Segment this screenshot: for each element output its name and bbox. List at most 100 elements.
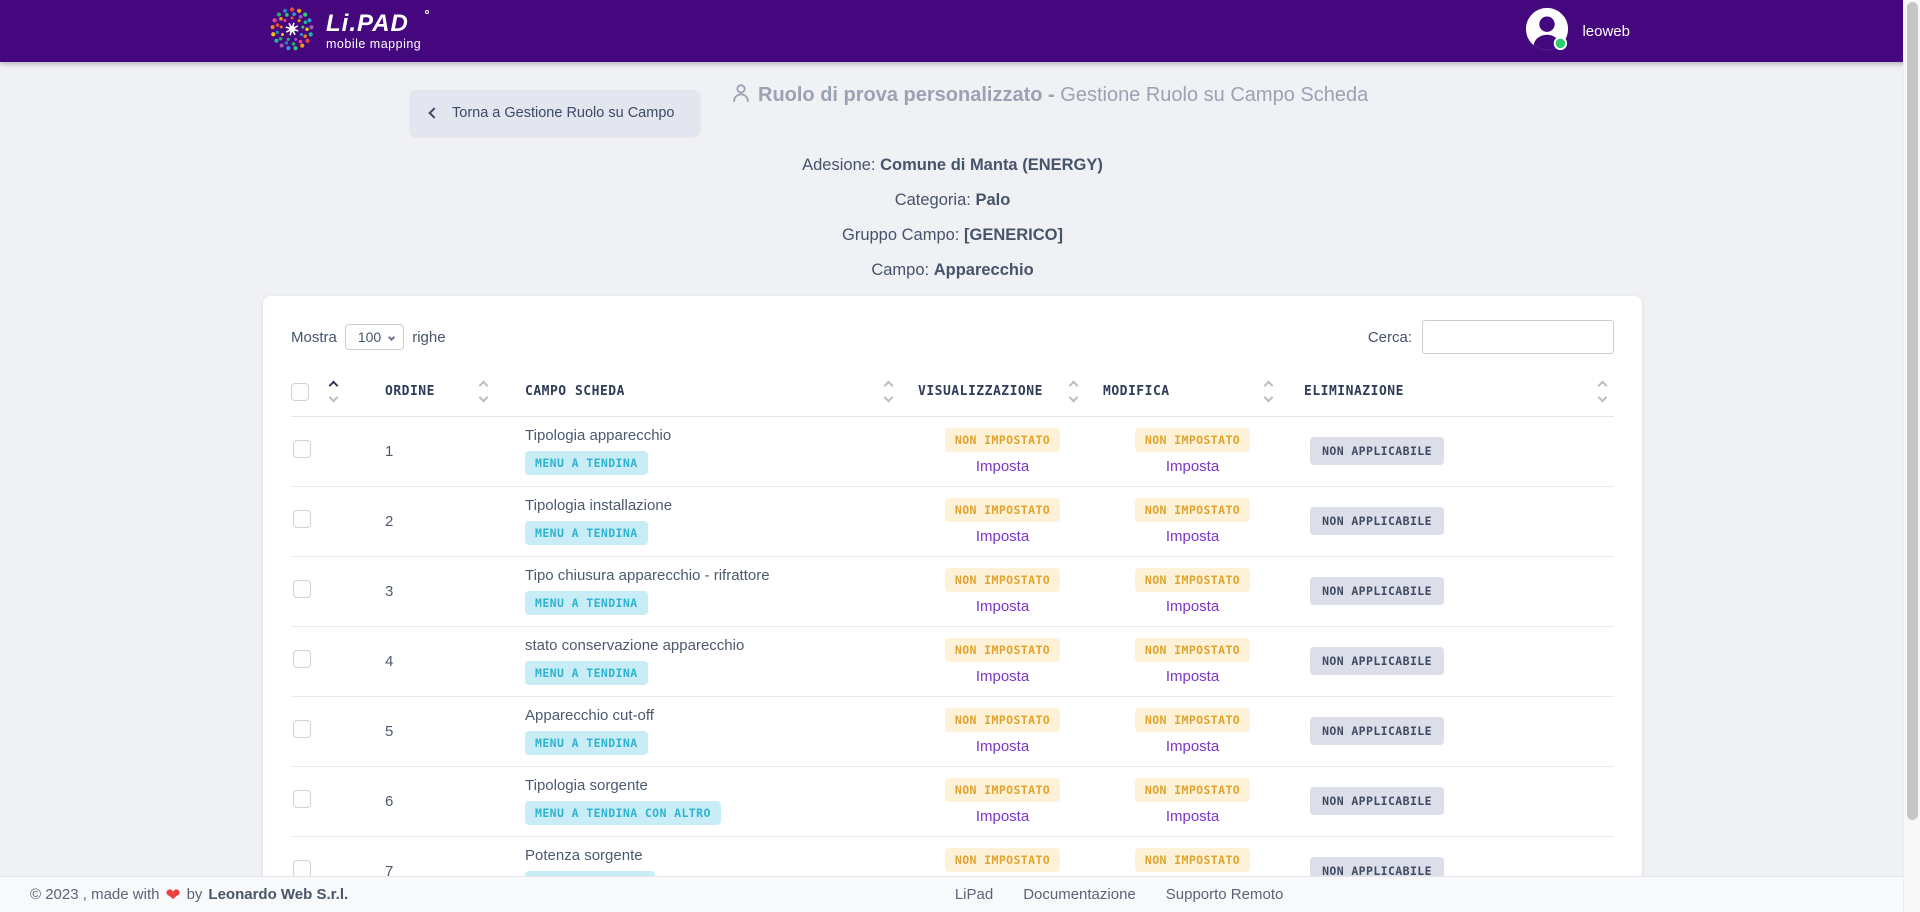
row-checkbox[interactable]	[293, 510, 311, 528]
tipo-campo-badge: MENU A TENDINA	[525, 731, 648, 755]
modifica-status-badge: NON IMPOSTATO	[1135, 568, 1250, 592]
meta-label: Categoria:	[895, 191, 971, 209]
column-header-eliminazione[interactable]: ELIMINAZIONE	[1290, 368, 1614, 416]
modifica-cell: NON IMPOSTATOImposta	[1095, 766, 1290, 836]
permissions-table: ORDINE CAMPO SCHEDA VISUALIZZAZIONE MODI…	[291, 368, 1614, 907]
copyright-prefix: © 2023 , made with	[30, 886, 159, 903]
page-scrollbar[interactable]	[1903, 0, 1920, 912]
select-all-checkbox[interactable]	[291, 383, 309, 401]
page-size-value: 100	[358, 329, 381, 345]
eliminazione-cell: NON APPLICABILE	[1290, 626, 1614, 696]
visualizzazione-cell: NON IMPOSTATOImposta	[910, 626, 1095, 696]
chevron-left-icon	[428, 107, 439, 118]
modifica-imposta-link[interactable]: Imposta	[1166, 808, 1219, 825]
visualizzazione-status-badge: NON IMPOSTATO	[945, 428, 1060, 452]
column-header-campo-scheda[interactable]: CAMPO SCHEDA	[505, 368, 910, 416]
registered-mark-icon	[425, 10, 429, 14]
campo-scheda-name: Tipo chiusura apparecchio - rifrattore	[525, 567, 910, 584]
sort-arrows[interactable]	[1261, 378, 1276, 405]
user-menu[interactable]: leoweb	[1524, 6, 1630, 57]
sort-desc-icon	[1264, 393, 1274, 403]
row-checkbox[interactable]	[293, 720, 311, 738]
back-button-label: Torna a Gestione Ruolo su Campo	[452, 105, 674, 121]
visualizzazione-imposta-link[interactable]: Imposta	[976, 598, 1029, 615]
visualizzazione-cell: NON IMPOSTATO Imposta	[910, 416, 1095, 486]
footer-link-documentazione[interactable]: Documentazione	[1023, 886, 1136, 903]
tipo-campo-badge: MENU A TENDINA	[525, 521, 648, 545]
meta-value: Comune di Manta (ENERGY)	[880, 156, 1103, 174]
column-header-modifica[interactable]: MODIFICA	[1095, 368, 1290, 416]
meta-label: Gruppo Campo:	[842, 226, 959, 244]
modifica-imposta-link[interactable]: Imposta	[1166, 528, 1219, 545]
campo-scheda-cell: stato conservazione apparecchioMENU A TE…	[505, 626, 910, 696]
meta-label: Adesione:	[802, 156, 875, 174]
copyright-text: © 2023 , made with ❤ by Leonardo Web S.r…	[30, 886, 348, 904]
modifica-cell: NON IMPOSTATOImposta	[1095, 696, 1290, 766]
back-button[interactable]: Torna a Gestione Ruolo su Campo	[410, 90, 700, 136]
table-row: 5Apparecchio cut-offMENU A TENDINANON IM…	[291, 696, 1614, 766]
meta-label: Campo:	[871, 261, 929, 279]
column-header-ordine[interactable]: ORDINE	[355, 368, 505, 416]
table-row: 6Tipologia sorgenteMENU A TENDINA CON AL…	[291, 766, 1614, 836]
campo-scheda-cell: Tipo chiusura apparecchio - rifrattoreME…	[505, 556, 910, 626]
footer-link-lipad[interactable]: LiPad	[955, 886, 993, 903]
sort-arrows[interactable]	[881, 378, 896, 405]
app-logo[interactable]: Li.PAD mobile mapping	[268, 5, 421, 58]
row-select-cell	[291, 556, 355, 626]
page-title-bold: Ruolo di prova personalizzato -	[758, 84, 1055, 106]
visualizzazione-imposta-link[interactable]: Imposta	[976, 738, 1029, 755]
eliminazione-cell: NON APPLICABILE	[1290, 696, 1614, 766]
heart-icon: ❤	[165, 886, 180, 904]
sort-desc-icon	[329, 393, 339, 403]
row-select-cell	[291, 766, 355, 836]
sort-desc-icon	[1598, 393, 1608, 403]
scrollbar-thumb[interactable]	[1907, 2, 1918, 820]
modifica-imposta-link[interactable]: Imposta	[1166, 598, 1219, 615]
row-checkbox[interactable]	[293, 650, 311, 668]
modifica-cell: NON IMPOSTATOImposta	[1095, 416, 1290, 486]
page-title-rest: Gestione Ruolo su Campo Scheda	[1055, 84, 1369, 106]
campo-scheda-cell: Apparecchio cut-offMENU A TENDINA	[505, 696, 910, 766]
column-header-select[interactable]	[291, 368, 355, 416]
meta-adesione: Adesione: Comune di Manta (ENERGY)	[263, 156, 1642, 175]
modifica-cell: NON IMPOSTATOImposta	[1095, 486, 1290, 556]
meta-categoria: Categoria: Palo	[263, 191, 1642, 210]
visualizzazione-imposta-link[interactable]: Imposta	[976, 668, 1029, 685]
campo-scheda-cell: Tipologia sorgenteMENU A TENDINA CON ALT…	[505, 766, 910, 836]
company-name: Leonardo Web S.r.l.	[208, 886, 348, 903]
visualizzazione-imposta-link[interactable]: Imposta	[976, 808, 1029, 825]
row-checkbox[interactable]	[293, 860, 311, 878]
row-checkbox[interactable]	[293, 580, 311, 598]
sort-arrows[interactable]	[1066, 378, 1081, 405]
sort-arrows[interactable]	[476, 378, 491, 405]
modifica-cell: NON IMPOSTATO Imposta	[1095, 556, 1290, 626]
search-label: Cerca:	[1368, 329, 1412, 346]
sort-arrows[interactable]	[326, 378, 341, 405]
meta-gruppo-campo: Gruppo Campo: [GENERICO]	[263, 226, 1642, 245]
campo-scheda-cell: Tipologia installazioneMENU A TENDINA	[505, 486, 910, 556]
modifica-imposta-link[interactable]: Imposta	[1166, 668, 1219, 685]
visualizzazione-status-badge: NON IMPOSTATO	[945, 778, 1060, 802]
ordine-cell: 4	[355, 626, 505, 696]
column-header-visualizzazione[interactable]: VISUALIZZAZIONE	[910, 368, 1095, 416]
visualizzazione-imposta-link[interactable]: Imposta	[976, 458, 1029, 475]
footer-link-supporto-remoto[interactable]: Supporto Remoto	[1166, 886, 1284, 903]
sort-arrows[interactable]	[1595, 378, 1610, 405]
copyright-by: by	[187, 886, 203, 903]
modifica-imposta-link[interactable]: Imposta	[1166, 458, 1219, 475]
visualizzazione-imposta-link[interactable]: Imposta	[976, 528, 1029, 545]
modifica-imposta-link[interactable]: Imposta	[1166, 738, 1219, 755]
visualizzazione-status-badge: NON IMPOSTATO	[945, 708, 1060, 732]
online-status-dot	[1555, 37, 1567, 49]
row-checkbox[interactable]	[293, 790, 311, 808]
tipo-campo-badge: MENU A TENDINA	[525, 451, 648, 475]
search-input[interactable]	[1422, 320, 1614, 354]
table-row: 1Tipologia apparecchioMENU A TENDINANON …	[291, 416, 1614, 486]
eliminazione-badge: NON APPLICABILE	[1310, 647, 1444, 675]
ordine-cell: 1	[355, 416, 505, 486]
logo-starburst-icon	[268, 5, 316, 58]
eliminazione-badge: NON APPLICABILE	[1310, 507, 1444, 535]
row-checkbox[interactable]	[293, 440, 311, 458]
meta-value: [GENERICO]	[964, 226, 1063, 244]
page-size-select[interactable]: 100	[345, 324, 404, 350]
